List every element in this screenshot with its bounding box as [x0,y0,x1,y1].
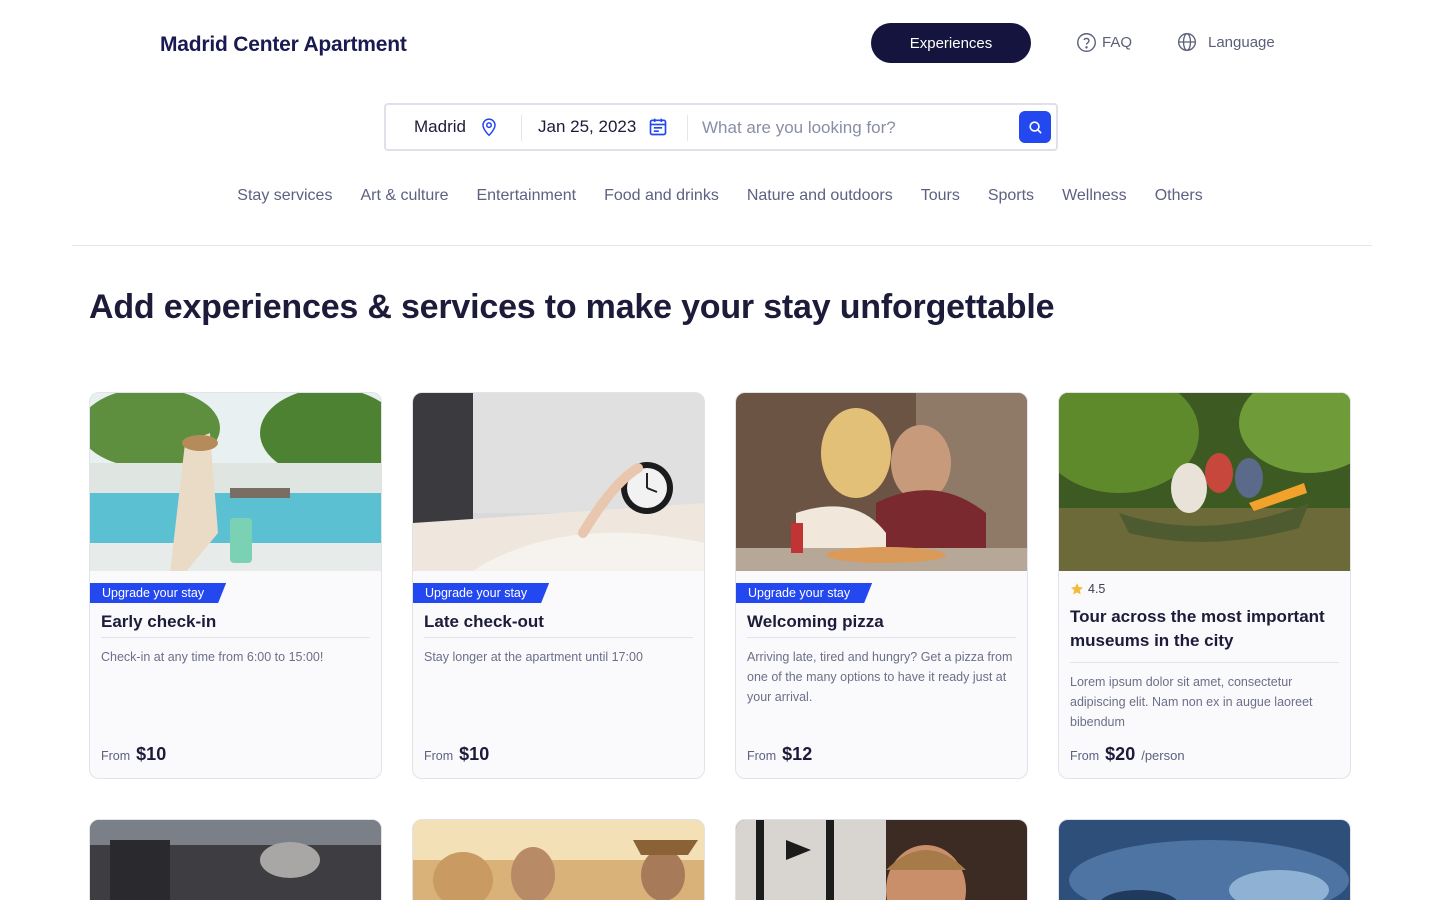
experience-card-row2-4[interactable] [1058,819,1351,900]
card-title: Tour across the most important museums i… [1070,607,1325,650]
globe-icon [1178,33,1196,51]
search-bar: Madrid Jan 25, 2023 [384,103,1058,151]
card-image-pool [90,393,381,571]
experience-card-row2-2[interactable] [412,819,705,900]
card-title: Late check-out [424,612,544,631]
location-pin-icon [482,118,496,137]
star-icon [1071,583,1083,595]
card-image-hall [90,820,381,900]
brand-title[interactable]: Madrid Center Apartment [160,33,407,57]
category-nature-outdoors[interactable]: Nature and outdoors [747,187,893,205]
card-description: Arriving late, tired and hungry? Get a p… [747,650,1013,704]
price-amount: $10 [136,744,167,764]
experience-card-museum-tour[interactable]: 4.5 Tour across the most important museu… [1058,392,1351,779]
card-rating: 4.5 [1070,582,1105,596]
page-heading: Add experiences & services to make your … [89,288,1055,326]
card-price: From $20 /person [1070,744,1185,765]
category-stay-services[interactable]: Stay services [237,187,332,205]
card-title: Early check-in [101,612,217,631]
card-price: From $10 [424,744,489,765]
faq-link[interactable]: FAQ [1076,32,1132,53]
search-button[interactable] [1019,111,1051,143]
price-from-label: From [747,749,777,763]
upgrade-tag: Upgrade your stay [90,583,226,603]
category-others[interactable]: Others [1155,187,1203,205]
card-divider [424,637,693,638]
card-image-canoe [1059,393,1350,571]
category-art-culture[interactable]: Art & culture [360,187,448,205]
card-image-alarm-clock [413,393,704,571]
search-divider [687,115,688,141]
price-unit: /person [1141,748,1185,763]
experience-card-welcoming-pizza[interactable]: Upgrade your stay Welcoming pizza Arrivi… [735,392,1028,779]
location-value: Madrid [414,117,466,136]
category-wellness[interactable]: Wellness [1062,187,1127,205]
price-from-label: From [424,749,454,763]
upgrade-tag: Upgrade your stay [413,583,549,603]
experiences-button[interactable]: Experiences [871,23,1031,63]
search-divider [521,115,522,141]
price-from-label: From [101,749,131,763]
date-selector[interactable]: Jan 25, 2023 [538,117,668,137]
category-entertainment[interactable]: Entertainment [476,187,576,205]
category-sports[interactable]: Sports [988,187,1034,205]
card-image-water [1059,820,1350,900]
card-image-pizza-couple [736,393,1027,571]
category-nav: Stay services Art & culture Entertainmen… [0,187,1440,205]
price-amount: $12 [782,744,813,764]
search-icon [1028,120,1042,134]
language-label: Language [1208,33,1275,51]
rating-value: 4.5 [1088,582,1106,596]
upgrade-tag: Upgrade your stay [736,583,872,603]
price-from-label: From [1070,749,1100,763]
card-divider [1070,662,1339,663]
category-tours[interactable]: Tours [921,187,960,205]
experience-card-early-checkin[interactable]: Upgrade your stay Early check-in Check-i… [89,392,382,779]
card-description: Stay longer at the apartment until 17:00 [424,650,643,664]
faq-label: FAQ [1102,34,1133,51]
card-title: Welcoming pizza [747,612,884,631]
experience-card-row2-3[interactable] [735,819,1028,900]
language-selector[interactable]: Language [1177,32,1275,52]
card-image-friends [413,820,704,900]
location-selector[interactable]: Madrid [414,117,498,137]
card-description: Check-in at any time from 6:00 to 15:00! [101,650,324,664]
price-amount: $20 [1105,744,1136,764]
category-food-drinks[interactable]: Food and drinks [604,187,719,205]
question-circle-icon [1077,33,1096,52]
card-image-bartender [736,820,1027,900]
price-amount: $10 [459,744,490,764]
experience-card-row2-1[interactable] [89,819,382,900]
card-price: From $12 [747,744,812,765]
date-value: Jan 25, 2023 [538,117,637,136]
card-price: From $10 [101,744,166,765]
section-divider [72,245,1372,246]
experience-card-late-checkout[interactable]: Upgrade your stay Late check-out Stay lo… [412,392,705,779]
calendar-icon [649,118,667,136]
card-divider [747,637,1016,638]
card-description: Lorem ipsum dolor sit amet, consectetur … [1070,675,1313,729]
search-input[interactable] [702,114,1012,142]
card-divider [101,637,370,638]
